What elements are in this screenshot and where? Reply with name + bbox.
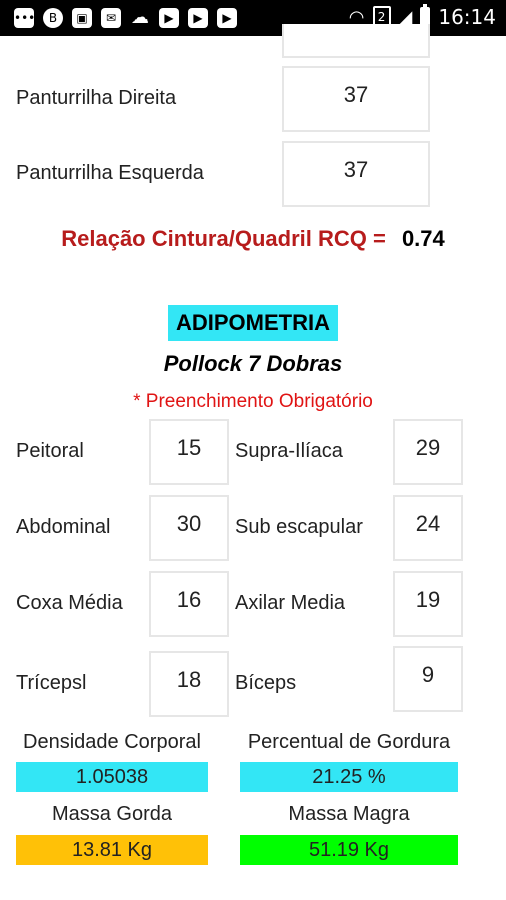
rcq-label: Relação Cintura/Quadril RCQ = [61,226,386,251]
peitoral-input[interactable]: 15 [149,419,229,485]
peitoral-label: Peitoral [16,440,84,462]
b-icon: B [43,8,63,28]
abdominal-input[interactable]: 30 [149,495,229,561]
abdominal-label: Abdominal [16,516,111,538]
massa-gorda-label: Massa Gorda [51,803,173,825]
rcq-value: 0.74 [401,226,445,251]
supra-iliaca-input[interactable]: 29 [393,419,463,485]
massa-magra-label: Massa Magra [288,803,410,825]
triceps-label: Trícepsl [16,672,87,694]
clock: 16:14 [438,5,496,29]
triceps-input[interactable]: 18 [149,651,229,717]
supra-iliaca-label: Supra-Ilíaca [235,440,343,462]
image-icon: ▣ [72,8,92,28]
youtube-icon: ▶ [217,8,237,28]
panturrilha-esquerda-input[interactable]: 37 [282,141,430,207]
scrolled-input[interactable] [282,24,430,58]
coxa-media-label: Coxa Média [16,592,123,614]
massa-gorda-value: 13.81 Kg [16,835,208,865]
coxa-media-input[interactable]: 16 [149,571,229,637]
cloud-icon: ☁ [131,7,149,28]
youtube-icon: ▶ [188,8,208,28]
section-title: ADIPOMETRIA [168,305,338,341]
panturrilha-direita-label: Panturrilha Direita [16,87,177,109]
densidade-value: 1.05038 [16,762,208,792]
mail-icon: ✉ [101,8,121,28]
percentual-value: 21.25 % [240,762,458,792]
densidade-label: Densidade Corporal [23,731,201,753]
axilar-media-input[interactable]: 19 [393,571,463,637]
percentual-label: Percentual de Gordura [247,731,451,753]
protocol-subtitle: Pollock 7 Dobras [163,351,343,376]
youtube-icon: ▶ [159,8,179,28]
status-bar: ••• B ▣ ✉ ☁ ▶ ▶ ▶ ◠ 2 ◢ 16:14 [0,0,506,36]
biceps-input[interactable]: 9 [393,646,463,712]
panturrilha-direita-input[interactable]: 37 [282,66,430,132]
required-note: * Preenchimento Obrigatório [133,391,373,412]
massa-magra-value: 51.19 Kg [240,835,458,865]
sub-escapular-label: Sub escapular [235,516,363,538]
panturrilha-esquerda-label: Panturrilha Esquerda [16,162,204,184]
rcq-row: Relação Cintura/Quadril RCQ = 0.74 [0,226,506,252]
biceps-label: Bíceps [235,672,297,694]
axilar-media-label: Axilar Media [235,592,346,614]
sub-escapular-input[interactable]: 24 [393,495,463,561]
chat-icon: ••• [14,8,35,28]
